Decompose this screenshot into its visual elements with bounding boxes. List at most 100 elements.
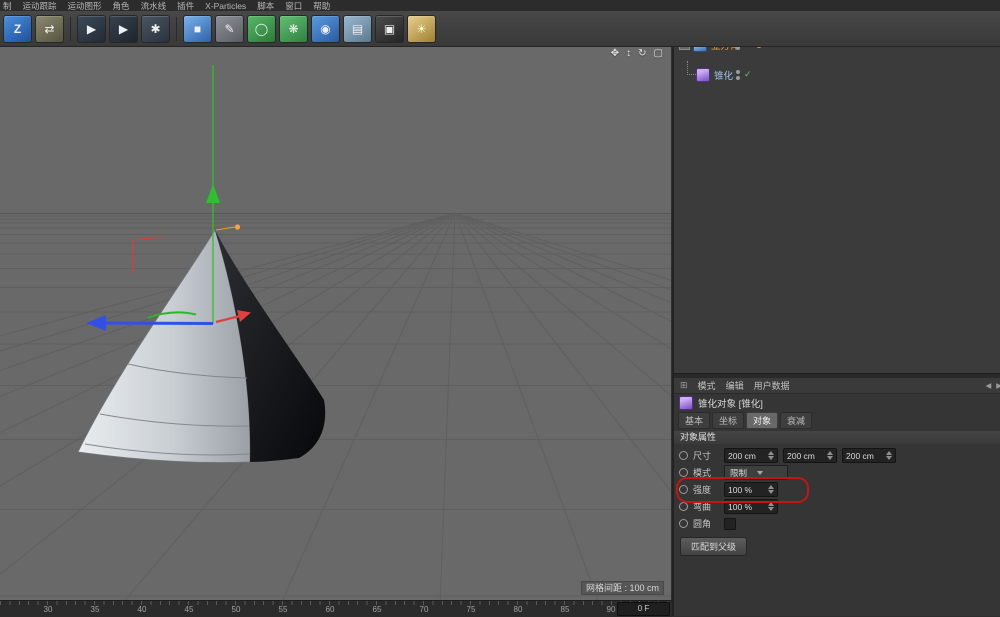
fit-to-parent-button[interactable]: 匹配到父级 (680, 537, 748, 556)
strength-label: 强度 (693, 485, 712, 495)
menu-item-xparticles[interactable]: X-Particles (205, 1, 246, 11)
fillet-checkbox[interactable] (724, 517, 736, 530)
exchange-icon[interactable]: ⇄ (35, 14, 64, 43)
size-y-field[interactable]: 200 cm (783, 448, 837, 463)
zoom-view-icon[interactable]: ↕ (626, 48, 631, 59)
strength-field[interactable]: 100 % (724, 482, 778, 497)
ruler-mark: 80 (513, 605, 523, 614)
keyframe-dot-icon[interactable] (679, 502, 688, 511)
menu-item-motion-tracker[interactable]: 运动跟踪 (23, 0, 57, 12)
cube-primitive-icon[interactable]: ■ (183, 14, 212, 43)
menu-item-plugins[interactable]: 插件 (177, 0, 194, 12)
am-menu-userdata[interactable]: 用户数据 (754, 379, 790, 392)
object-label-taper[interactable]: 锥化 (714, 68, 733, 82)
stepper-icon[interactable] (827, 451, 834, 460)
tab-coordinates[interactable]: 坐标 (712, 411, 745, 429)
keyframe-dot-icon[interactable] (679, 451, 688, 460)
ruler-mark: 65 (372, 605, 382, 614)
object-manager-tree[interactable]: 立方体 ✓ 锥化 ✓ (674, 33, 1000, 373)
ruler-mark: 40 (137, 605, 147, 614)
keyframe-dot-icon[interactable] (679, 485, 688, 494)
grid-spacing-label: 网格间距 : 100 cm (580, 581, 664, 595)
taper-deformer-icon[interactable] (696, 67, 710, 82)
render-settings-icon[interactable]: ✱ (141, 14, 170, 43)
scene-canvas[interactable] (0, 46, 671, 600)
size-label: 尺寸 (693, 451, 712, 461)
pan-view-icon[interactable]: ✥ (611, 48, 619, 59)
tab-basic[interactable]: 基本 (678, 411, 711, 429)
bend-label: 弯曲 (693, 502, 712, 512)
current-frame-field[interactable]: 0 F (617, 602, 670, 616)
tab-object[interactable]: 对象 (746, 411, 779, 429)
toolbar-separator (70, 16, 71, 41)
generator-icon[interactable]: ❋ (279, 14, 308, 43)
menu-item-window[interactable]: 窗口 (285, 0, 302, 12)
fillet-label: 圆角 (693, 519, 712, 529)
array-icon[interactable]: ▤ (343, 14, 372, 43)
axis-z-line[interactable] (103, 321, 214, 325)
taper-handle-icon[interactable] (234, 224, 241, 230)
tab-falloff[interactable]: 衰减 (780, 411, 813, 429)
ruler-mark: 55 (278, 605, 288, 614)
viewport-3d[interactable]: ✥ ↕ ↻ ▢ 网格间距 : 100 cm (0, 46, 671, 600)
mode-row: 模式 限制 (674, 464, 1000, 481)
menu-item-help[interactable]: 帮助 (313, 0, 330, 12)
spline-icon[interactable]: ◯ (247, 14, 276, 43)
stepper-icon[interactable] (768, 502, 775, 511)
strength-row: 强度 100 % (674, 481, 1000, 498)
mode-label: 模式 (693, 468, 712, 478)
stepper-icon[interactable] (886, 451, 893, 460)
render-view-icon[interactable]: ▶ (77, 14, 106, 43)
camera-icon[interactable]: ▣ (375, 14, 404, 43)
stepper-icon[interactable] (768, 451, 775, 460)
visibility-dots-icon[interactable] (736, 69, 740, 74)
toggle-view-icon[interactable]: ▢ (654, 48, 663, 59)
panel-menu-icon[interactable]: ⊞ (680, 380, 688, 391)
enabled-check-icon[interactable]: ✓ (744, 67, 752, 82)
object-properties-section-header[interactable]: 对象属性 (674, 431, 1000, 444)
keyframe-dot-icon[interactable] (679, 519, 688, 528)
attribute-title-row: 锥化对象 [锥化] (674, 395, 1000, 410)
tree-row-taper[interactable]: 锥化 ✓ (674, 61, 1000, 82)
viewport-nav-controls: ✥ ↕ ↻ ▢ (611, 48, 663, 59)
light-icon[interactable]: ☀ (407, 14, 436, 43)
goz-link-icon[interactable]: Z (3, 14, 32, 43)
pen-tool-icon[interactable]: ✎ (215, 14, 244, 43)
toolbar-separator (176, 16, 177, 41)
am-menu-mode[interactable]: 模式 (698, 379, 716, 392)
bend-field[interactable]: 100 % (724, 499, 778, 514)
menu-item-pipeline[interactable]: 流水线 (141, 0, 167, 12)
attribute-manager-menubar: ⊞ 模式 编辑 用户数据 ◀ ▶ (674, 378, 1000, 394)
bend-row: 弯曲 100 % (674, 498, 1000, 515)
menu-item-character[interactable]: 角色 (113, 0, 130, 12)
mode-dropdown[interactable]: 限制 (724, 465, 788, 480)
simulation-icon[interactable]: ◉ (311, 14, 340, 43)
history-back-icon[interactable]: ◀ (985, 381, 991, 390)
menu-item[interactable]: 制 (3, 0, 12, 12)
timeline-ruler[interactable]: 30 35 40 45 50 55 60 65 70 75 80 85 90 (0, 600, 672, 617)
stepper-icon[interactable] (768, 485, 775, 494)
ruler-mark: 30 (43, 605, 53, 614)
attribute-object-title: 锥化对象 [锥化] (698, 398, 763, 410)
history-forward-icon[interactable]: ▶ (996, 381, 1000, 390)
ruler-mark: 90 (606, 605, 616, 614)
ruler-mark: 60 (325, 605, 335, 614)
rotate-view-icon[interactable]: ↻ (638, 48, 646, 59)
size-row: 尺寸 200 cm 200 cm 200 cm (674, 447, 1000, 464)
ruler-mark: 45 (184, 605, 194, 614)
history-controls: ◀ ▶ (985, 381, 1000, 390)
ruler-mark: 70 (419, 605, 429, 614)
size-x-field[interactable]: 200 cm (724, 448, 778, 463)
size-z-field[interactable]: 200 cm (842, 448, 896, 463)
menu-item-mograph[interactable]: 运动图形 (68, 0, 102, 12)
fillet-row: 圆角 (674, 515, 1000, 532)
main-menubar: 制 运动跟踪 运动图形 角色 流水线 插件 X-Particles 脚本 窗口 … (0, 0, 1000, 11)
right-panel: ⊞ 文件 编辑 查看 对象 标签 书签 立方体 ✓ 锥化 ✓ (672, 0, 1000, 616)
am-menu-edit[interactable]: 编辑 (726, 379, 744, 392)
keyframe-dot-icon[interactable] (679, 468, 688, 477)
attribute-tabs: 基本 坐标 对象 衰减 (674, 411, 1000, 429)
render-region-icon[interactable]: ▶ (109, 14, 138, 43)
main-toolbar: Z ⇄ ▶ ▶ ✱ ■ ✎ ◯ ❋ ◉ ▤ ▣ ☀ (0, 11, 1000, 47)
menu-item-script[interactable]: 脚本 (257, 0, 274, 12)
ruler-mark: 75 (466, 605, 476, 614)
